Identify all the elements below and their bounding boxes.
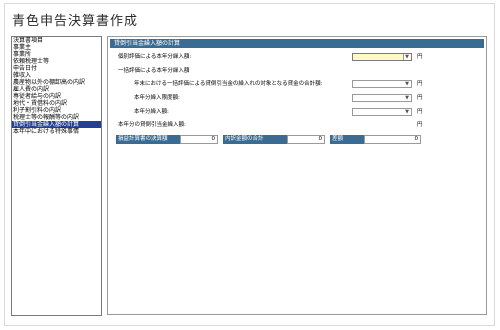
pl-amount-label: 損益計算書の決算額: [116, 135, 180, 144]
sidebar-item[interactable]: 本年中における特殊事情: [12, 128, 101, 135]
amount-label: 本年分繰入額:: [134, 109, 169, 115]
breakdown-sum-value: 0: [287, 135, 325, 144]
chevron-down-icon[interactable]: ▼: [403, 54, 410, 60]
individual-label: 個別評価による本年分繰入額:: [118, 54, 192, 60]
total-label: 本年分の貸倒引当金繰入額:: [118, 122, 186, 128]
chevron-down-icon[interactable]: ▼: [404, 81, 410, 87]
amount-select[interactable]: ▼: [352, 108, 412, 116]
sidebar-item[interactable]: 依頼税理士等: [12, 58, 101, 65]
chevron-down-icon[interactable]: ▼: [404, 95, 410, 101]
sidebar-item[interactable]: 利子割引料の内訳: [12, 107, 101, 114]
general-heading: 一括評価による本年分繰入額: [118, 68, 190, 74]
sidebar-item[interactable]: 事業主: [12, 44, 101, 51]
sidebar-item[interactable]: 税理士等の報酬等の内訳: [12, 114, 101, 121]
difference-label: 差額: [330, 135, 364, 144]
limit-select[interactable]: ▼: [352, 94, 412, 102]
unit-label: 円: [417, 54, 423, 60]
unit-label: 円: [417, 122, 423, 128]
sidebar-item[interactable]: 決算書項目: [12, 37, 101, 44]
chevron-down-icon[interactable]: ▼: [404, 109, 410, 115]
breakdown-sum-label: 内訳金額の合計: [223, 135, 287, 144]
unit-label: 円: [417, 109, 423, 115]
app-title: 青色申告決算書作成: [12, 14, 139, 29]
totals-bar: 損益計算書の決算額 0 内訳金額の合計 0 差額 0: [116, 135, 426, 144]
individual-select[interactable]: ▼: [352, 53, 412, 61]
sidebar-item[interactable]: 地代・賃借料の内訳: [12, 100, 101, 107]
main-panel: 貸倒引当金繰入額の計算 個別評価による本年分繰入額: ▼ 円 一括評価による本年…: [107, 36, 487, 315]
year-end-label: 年末における一括評価による貸倒引当金の繰入れの対象となる貸金の合計額:: [134, 81, 323, 87]
difference-value: 0: [364, 135, 421, 144]
unit-label: 円: [417, 81, 423, 87]
year-end-select[interactable]: ▼: [352, 80, 412, 88]
limit-label: 本年分繰入限度額:: [134, 95, 180, 101]
sidebar-item-selected[interactable]: 貸倒引当金繰入額の計算: [12, 121, 101, 128]
sidebar-list[interactable]: 決算書項目 事業主 事業所 依頼税理士等 申告日付 雑収入 農産物以外の棚卸高の…: [11, 36, 102, 316]
sidebar-item[interactable]: 専従者給与の内訳: [12, 93, 101, 100]
pl-amount-value: 0: [180, 135, 218, 144]
unit-label: 円: [417, 95, 423, 101]
sidebar-item[interactable]: 事業所: [12, 51, 101, 58]
sidebar-item[interactable]: 申告日付: [12, 65, 101, 72]
section-header: 貸倒引当金繰入額の計算: [110, 39, 484, 48]
sidebar-item[interactable]: 雑収入: [12, 72, 101, 79]
sidebar-item[interactable]: 農産物以外の棚卸高の内訳: [12, 79, 101, 86]
sidebar-item[interactable]: 雇人費の内訳: [12, 86, 101, 93]
